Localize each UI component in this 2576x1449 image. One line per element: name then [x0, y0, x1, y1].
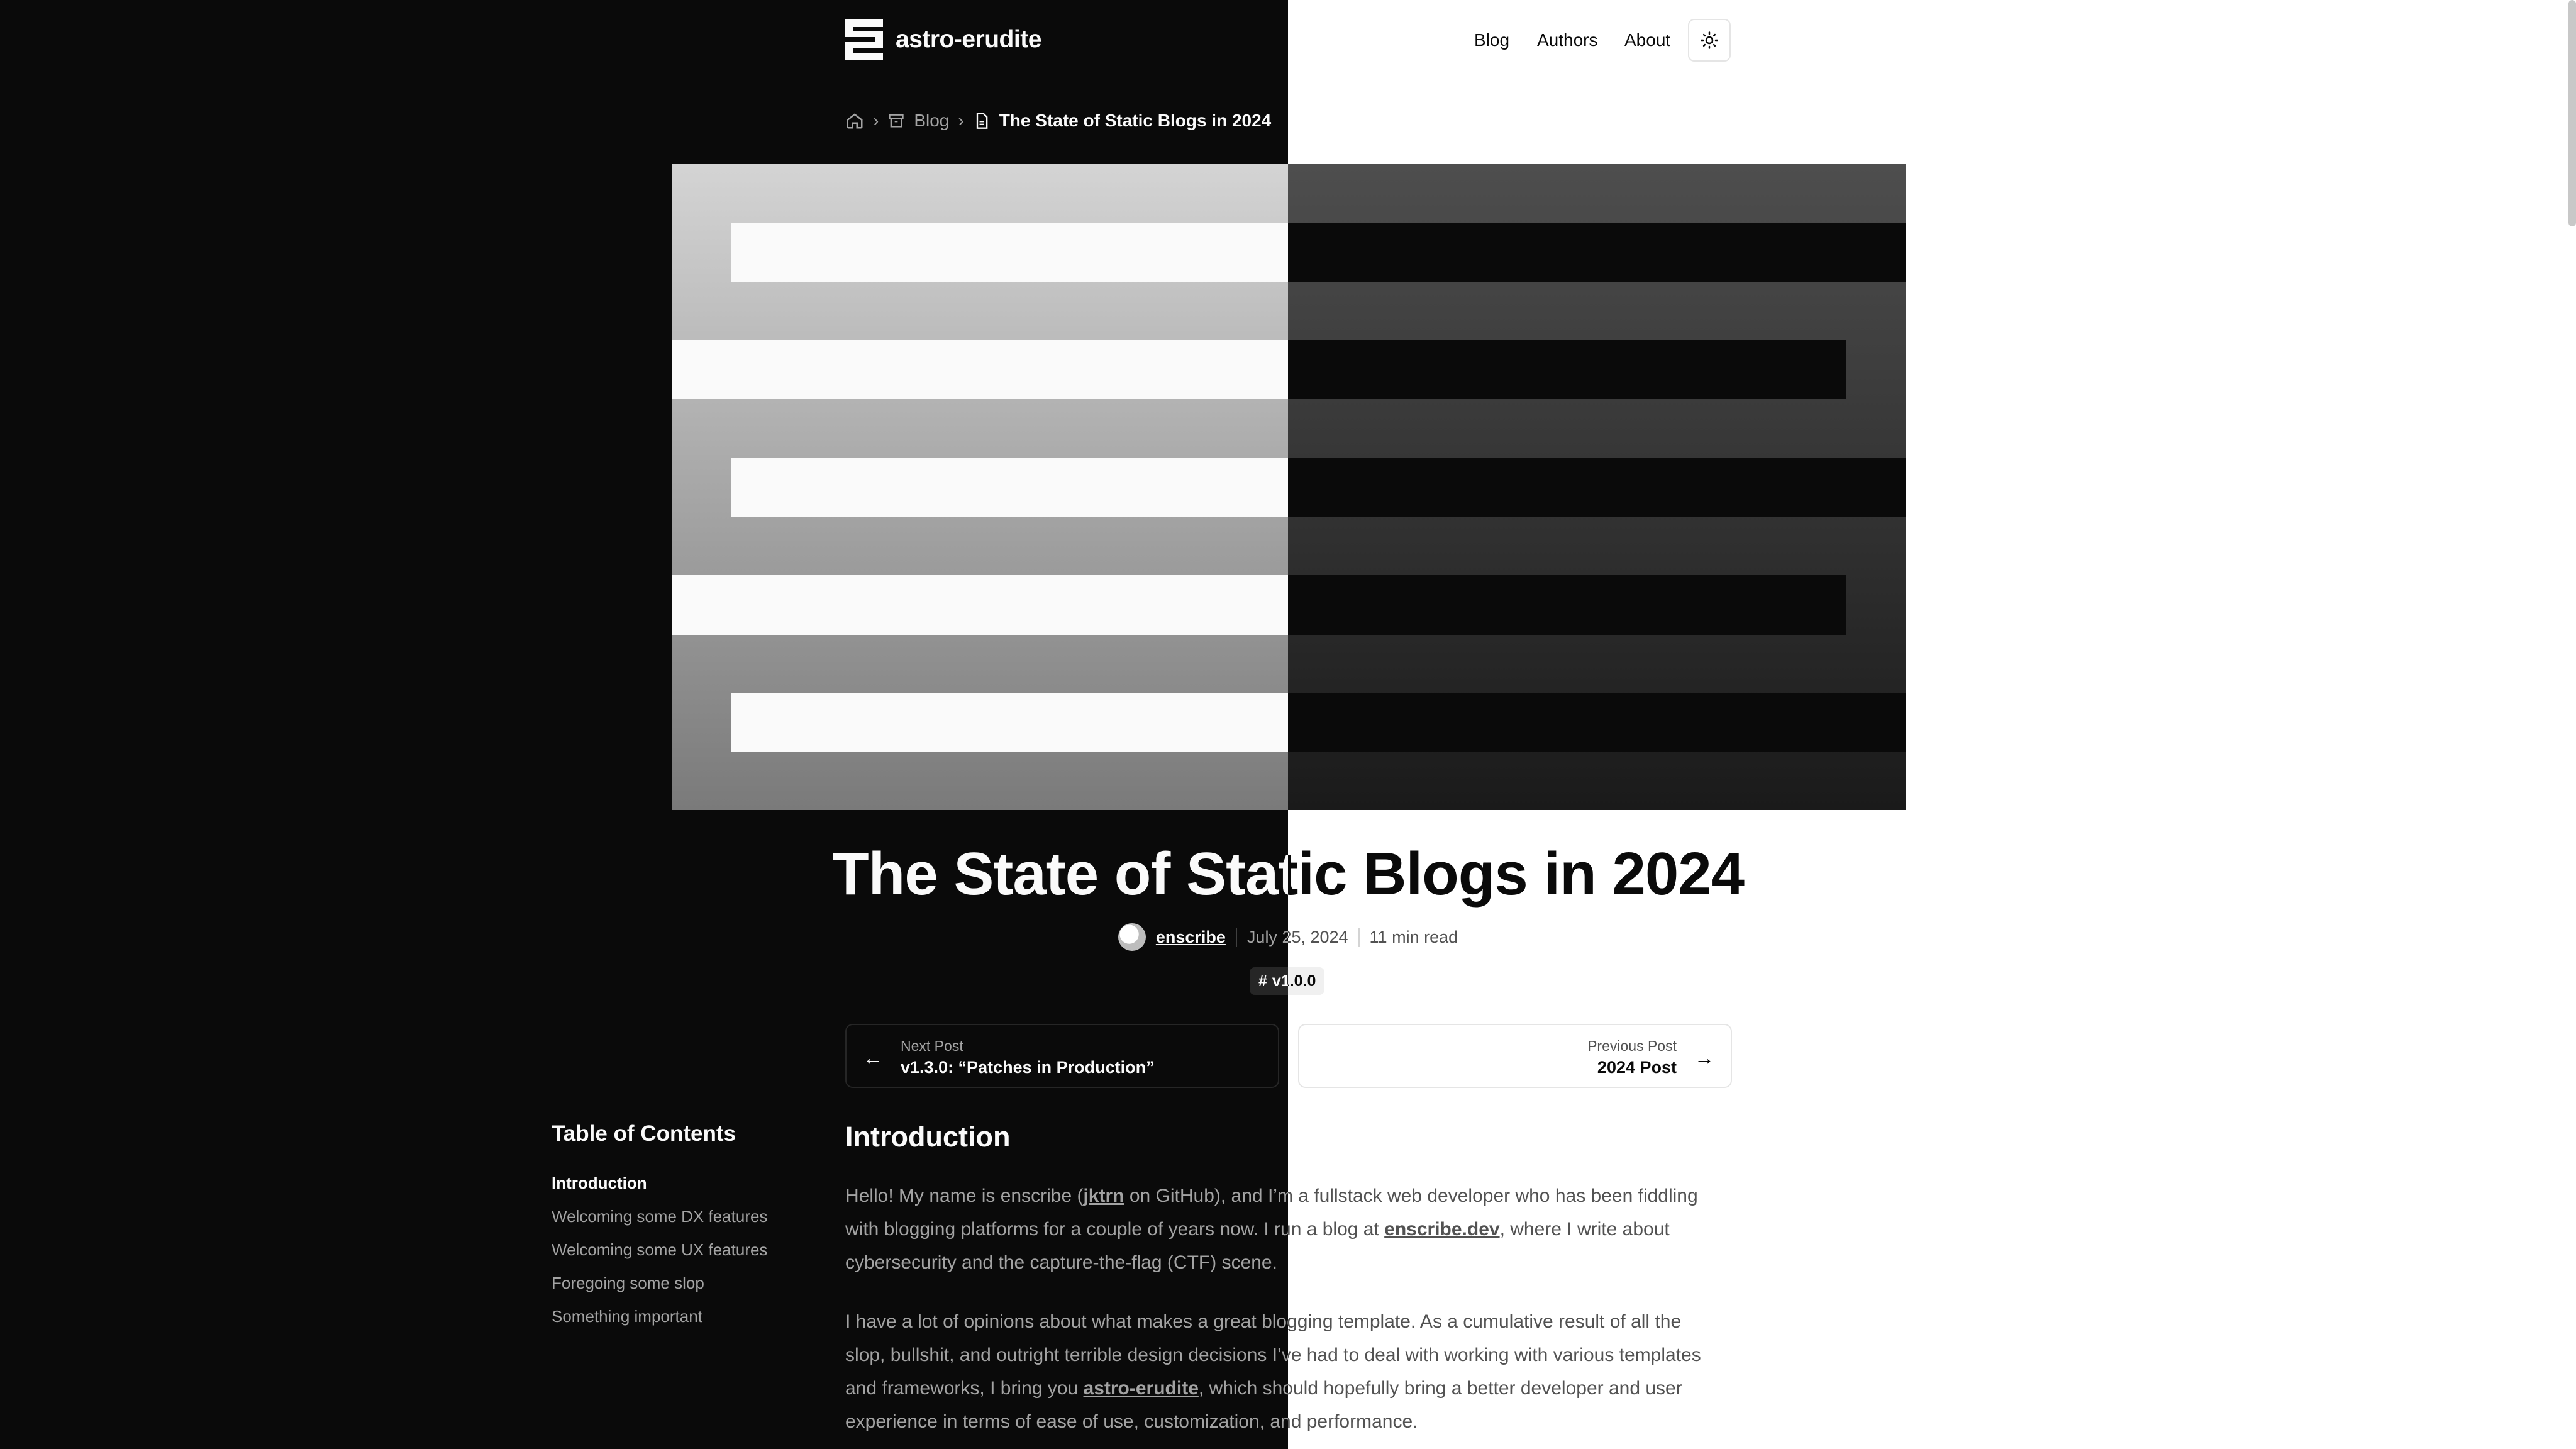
site-logo[interactable]: astro-erudite — [845, 19, 1041, 60]
blog-link[interactable]: enscribe.dev — [1384, 1219, 1499, 1240]
text: cybersecurity and the capture-the-flag (… — [845, 1252, 1277, 1273]
astro-erudite-link[interactable]: astro-erudite — [1084, 1378, 1199, 1399]
previous-post-label: Previous Post — [1587, 1038, 1677, 1054]
author-avatar — [1118, 923, 1146, 951]
divider — [1358, 928, 1360, 947]
breadcrumb-current: The State of Static Blogs in 2024 — [999, 111, 1272, 130]
toc-item-something-important[interactable]: Something important — [552, 1307, 702, 1326]
text: and frameworks, I bring you — [845, 1378, 1084, 1399]
nav-authors-link[interactable]: Authors — [1537, 30, 1598, 50]
home-icon[interactable] — [845, 111, 864, 130]
chevron-right-icon: › — [873, 111, 879, 130]
next-post-label: Next Post — [901, 1038, 963, 1054]
theme-toggle-button[interactable] — [1688, 19, 1731, 62]
previous-post-card[interactable]: Previous Post 2024 Post → — [1298, 1024, 1732, 1088]
toc-item-dx-features[interactable]: Welcoming some DX features — [552, 1207, 767, 1226]
next-post-card[interactable]: ← Next Post v1.3.0: “Patches in Producti… — [845, 1024, 1279, 1088]
nav-about-link[interactable]: About — [1624, 30, 1670, 50]
toc-item-ux-features[interactable]: Welcoming some UX features — [552, 1240, 767, 1260]
arrow-right-icon: → — [1694, 1046, 1714, 1069]
text: , where I write about — [1499, 1219, 1670, 1240]
toc-title: Table of Contents — [552, 1121, 736, 1146]
site-name: astro-erudite — [896, 26, 1041, 53]
chevron-right-icon: › — [958, 111, 964, 130]
github-link[interactable]: jktrn — [1083, 1185, 1124, 1206]
logo-icon — [845, 19, 883, 60]
section-heading: Introduction — [845, 1121, 1011, 1153]
scrollbar-thumb[interactable] — [2568, 0, 2576, 226]
next-post-title: v1.3.0: “Patches in Production” — [901, 1058, 1155, 1077]
toc-item-foregoing-slop[interactable]: Foregoing some slop — [552, 1274, 704, 1293]
previous-post-title: 2024 Post — [1597, 1058, 1677, 1077]
sun-icon — [1701, 31, 1718, 49]
hash-icon: # — [1258, 972, 1267, 990]
nav-blog-link[interactable]: Blog — [1474, 30, 1509, 50]
breadcrumb-blog-link[interactable]: Blog — [914, 111, 949, 131]
author-link[interactable]: enscribe — [1156, 928, 1226, 947]
file-icon — [976, 113, 988, 129]
read-time: 11 min read — [1369, 927, 1458, 947]
divider — [1235, 928, 1237, 947]
text: Hello! My name is enscribe ( — [845, 1185, 1084, 1206]
breadcrumb: › Blog › The State of Static Blogs in 20… — [845, 111, 1271, 131]
toc-item-introduction[interactable]: Introduction — [552, 1174, 647, 1193]
archive-icon — [889, 114, 904, 128]
arrow-left-icon: ← — [863, 1046, 883, 1069]
